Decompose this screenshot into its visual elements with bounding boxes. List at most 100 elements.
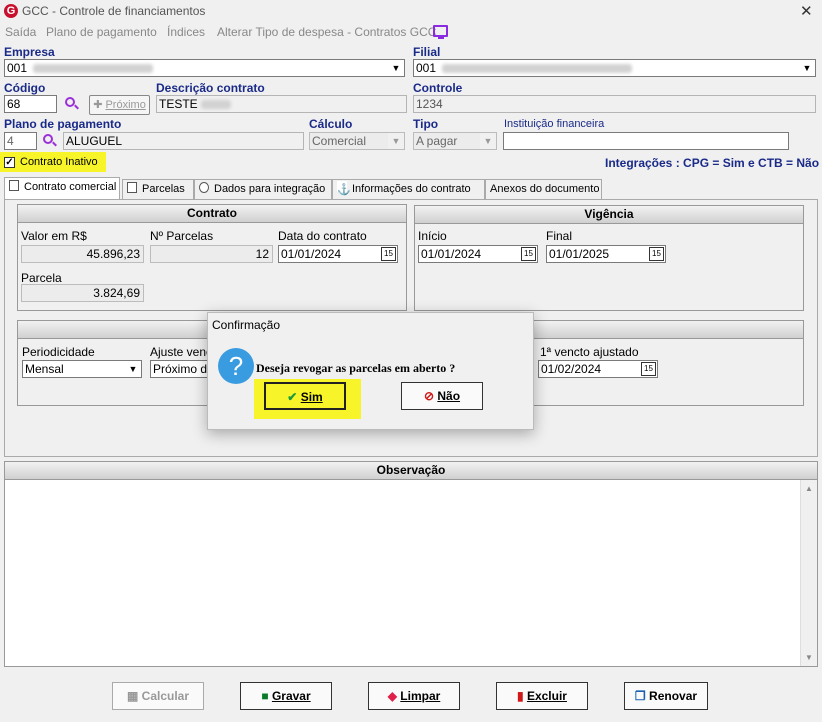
periodicidade-label: Periodicidade [22, 345, 95, 359]
calendar-icon[interactable]: 15 [641, 362, 656, 376]
menu-indices[interactable]: Índices [167, 25, 205, 39]
chevron-down-icon[interactable]: ▼ [388, 60, 404, 76]
chevron-down-icon[interactable]: ▼ [125, 361, 141, 377]
descricao-input[interactable]: TESTE [156, 95, 407, 113]
observacao-panel[interactable]: Observação ▲ ▼ [4, 461, 818, 667]
document-icon [127, 182, 137, 193]
dialog-title: Confirmação [212, 318, 281, 332]
plano-label: Plano de pagamento [4, 117, 122, 131]
check-icon: ✔ [287, 390, 298, 404]
window-title: GCC - Controle de financiamentos [22, 4, 206, 18]
scroll-up-icon[interactable]: ▲ [805, 484, 813, 493]
valor-label: Valor em R$ [21, 229, 87, 243]
chevron-down-icon[interactable]: ▼ [799, 60, 815, 76]
inicio-input[interactable]: 01/01/2024 15 [418, 245, 538, 263]
tipo-value: A pagar [416, 134, 458, 148]
tab-label: Contrato comercial [24, 181, 117, 193]
calcular-label: Calcular [141, 689, 190, 703]
controle-label: Controle [413, 81, 463, 95]
proximo-button[interactable]: ✚ Próximo [89, 95, 150, 115]
menu-plano-pagamento[interactable]: Plano de pagamento [46, 25, 157, 39]
vigencia-panel-title: Vigência [415, 206, 803, 224]
calendar-icon[interactable]: 15 [521, 247, 536, 261]
chevron-down-icon[interactable]: ▼ [388, 133, 404, 149]
tab-anexos[interactable]: Anexos do documento [485, 179, 602, 199]
tab-informacoes-contrato[interactable]: ⚓Informações do contrato [332, 179, 485, 199]
calculo-select[interactable]: Comercial ▼ [309, 132, 405, 150]
trash-icon: ▮ [517, 689, 524, 703]
calendar-icon[interactable]: 15 [649, 247, 664, 261]
renew-icon: ❐ [634, 689, 646, 703]
limpar-label: Limpar [400, 689, 441, 703]
monitor-icon[interactable] [433, 25, 448, 39]
empresa-value: 001 [7, 61, 28, 75]
save-icon: ■ [261, 689, 269, 703]
empresa-name-redacted [33, 64, 154, 74]
observacao-title: Observação [5, 462, 817, 480]
tab-contrato-comercial[interactable]: Contrato comercial [4, 177, 120, 199]
search-icon[interactable] [43, 134, 57, 148]
filial-name-redacted [442, 64, 633, 74]
calculo-label: Cálculo [309, 117, 353, 131]
scroll-down-icon[interactable]: ▼ [805, 653, 813, 662]
codigo-input[interactable]: 68 [4, 95, 57, 113]
tipo-label: Tipo [413, 117, 439, 131]
limpar-button[interactable]: ◆ Limpar [368, 682, 460, 710]
gravar-button[interactable]: ■ Gravar [240, 682, 332, 710]
instituicao-input[interactable] [503, 132, 789, 150]
tipo-select[interactable]: A pagar ▼ [413, 132, 497, 150]
valor-field: 45.896,23 [21, 245, 144, 263]
nparcelas-label: Nº Parcelas [150, 229, 214, 243]
descricao-label: Descrição contrato [156, 81, 265, 95]
tab-dados-integracao[interactable]: Dados para integração [194, 179, 332, 199]
gear-icon [199, 182, 209, 193]
nao-button[interactable]: ⊘ Não [401, 382, 483, 410]
filial-label: Filial [413, 45, 441, 59]
tab-label: Parcelas [142, 183, 185, 195]
renovar-button[interactable]: ❐ Renovar [624, 682, 708, 710]
venc-ajustado-label: 1ª vencto ajustado [540, 345, 639, 359]
dialog-message: Deseja revogar as parcelas em aberto ? [256, 361, 456, 375]
observacao-scrollbar[interactable]: ▲ ▼ [800, 480, 817, 666]
filial-select[interactable]: 001 ▼ [413, 59, 816, 77]
question-icon: ? [218, 348, 254, 384]
calcular-button[interactable]: ▦ Calcular [112, 682, 204, 710]
form-icon [9, 180, 19, 191]
search-icon[interactable] [65, 97, 79, 111]
tab-label: Anexos do documento [490, 183, 600, 195]
calendar-icon[interactable]: 15 [381, 247, 396, 261]
plano-code-input[interactable]: 4 [4, 132, 37, 150]
tab-parcelas[interactable]: Parcelas [122, 179, 194, 199]
excluir-button[interactable]: ▮ Excluir [496, 682, 588, 710]
tab-label: Informações do contrato [352, 183, 471, 195]
plano-description: ALUGUEL [63, 132, 304, 150]
periodicidade-value: Mensal [25, 362, 64, 376]
renovar-label: Renovar [649, 689, 698, 703]
empresa-select[interactable]: 001 ▼ [4, 59, 405, 77]
empresa-label: Empresa [4, 45, 55, 59]
nparcelas-field: 12 [150, 245, 273, 263]
data-contrato-label: Data do contrato [278, 229, 367, 243]
sim-button[interactable]: ✔ Sim [264, 382, 346, 410]
venc-ajustado-input[interactable]: 01/02/2024 15 [538, 360, 658, 378]
instituicao-label: Instituição financeira [504, 118, 605, 130]
parcela-field: 3.824,69 [21, 284, 144, 302]
excluir-label: Excluir [526, 689, 567, 703]
menu-saida[interactable]: Saída [5, 25, 36, 39]
close-icon[interactable]: ✕ [800, 2, 813, 20]
final-input[interactable]: 01/01/2025 15 [546, 245, 666, 263]
dialog-body: ? Deseja revogar as parcelas em aberto ?… [208, 335, 533, 429]
menu-bar: Saída Plano de pagamento Índices Alterar… [0, 23, 822, 41]
inicio-value: 01/01/2024 [421, 247, 482, 261]
app-logo-icon: G [4, 4, 18, 18]
contrato-inativo-checkbox[interactable]: ✓ [4, 157, 15, 168]
sim-label: Sim [300, 390, 323, 404]
menu-alterar-tipo-despesa[interactable]: Alterar Tipo de despesa - Contratos GCC [217, 25, 436, 39]
codigo-label: Código [4, 81, 46, 95]
chevron-down-icon[interactable]: ▼ [480, 133, 496, 149]
periodicidade-select[interactable]: Mensal ▼ [22, 360, 142, 378]
cancel-icon: ⊘ [423, 389, 435, 403]
nao-label: Não [437, 389, 461, 403]
data-contrato-input[interactable]: 01/01/2024 15 [278, 245, 398, 263]
controle-input[interactable]: 1234 [413, 95, 816, 113]
